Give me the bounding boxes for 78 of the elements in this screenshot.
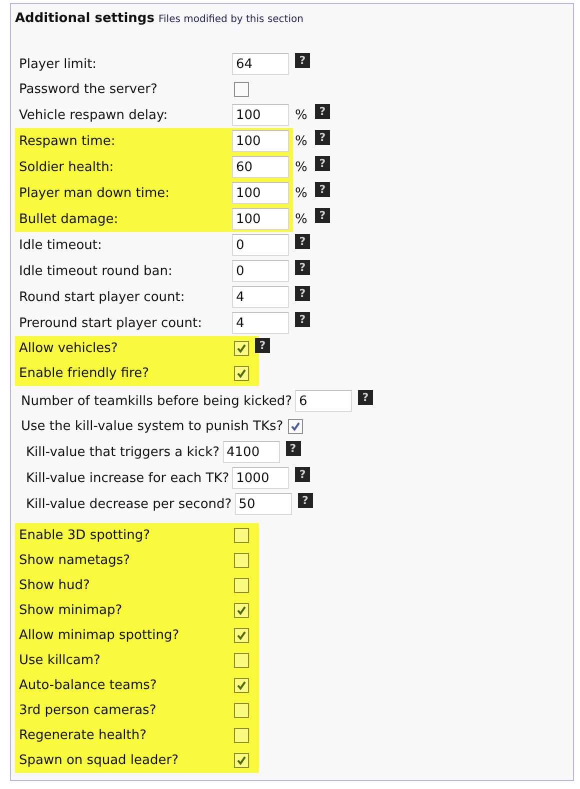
help-button[interactable]: ?: [286, 441, 300, 456]
field-label: 3rd person cameras?: [19, 703, 158, 718]
input-field[interactable]: 60: [232, 156, 289, 178]
field-label: Round start player count:: [19, 290, 186, 304]
checkbox[interactable]: [234, 82, 249, 97]
help-button[interactable]: ?: [315, 182, 330, 197]
field-label: Show nametags?: [19, 553, 132, 568]
section-title: Additional settings: [15, 11, 154, 26]
checkbox[interactable]: [234, 366, 249, 381]
help-button[interactable]: ?: [295, 312, 310, 327]
help-button[interactable]: ?: [295, 53, 310, 68]
field-label: Show minimap?: [19, 603, 124, 618]
input-field[interactable]: 4: [232, 286, 289, 308]
input-field[interactable]: 100: [232, 182, 289, 204]
field-label: Enable friendly fire?: [19, 366, 150, 381]
help-button[interactable]: ?: [295, 467, 310, 482]
field-label: Use the kill-value system to punish TKs?: [21, 419, 284, 434]
section-subtitle: Files modified by this section: [158, 14, 304, 25]
field-label: Use killcam?: [19, 653, 102, 668]
field-label: Soldier health:: [19, 160, 115, 174]
field-label: Player limit:: [19, 56, 98, 72]
field-label: Spawn on squad leader?: [19, 753, 180, 768]
checkbox[interactable]: [234, 703, 249, 718]
field-label: Idle timeout round ban:: [19, 264, 174, 278]
input-field[interactable]: 1000: [232, 467, 290, 489]
checkbox[interactable]: [234, 753, 249, 768]
field-label: Player man down time:: [19, 186, 171, 200]
field-label: Allow minimap spotting?: [19, 628, 180, 643]
field-label: Allow vehicles?: [19, 341, 119, 356]
field-label: Respawn time:: [19, 134, 116, 148]
field-label: Kill-value increase for each TK?: [26, 470, 230, 486]
unit-label: %: [295, 108, 308, 122]
checkbox[interactable]: [234, 341, 249, 356]
input-field[interactable]: 0: [232, 260, 289, 282]
help-button[interactable]: ?: [358, 390, 373, 405]
field-label: Enable 3D spotting?: [19, 528, 152, 543]
help-button[interactable]: ?: [295, 286, 310, 301]
input-field[interactable]: 100: [232, 208, 289, 230]
checkbox[interactable]: [234, 603, 249, 618]
checkbox[interactable]: [234, 578, 249, 593]
help-button[interactable]: ?: [295, 234, 310, 249]
field-label: Show hud?: [19, 578, 91, 593]
field-label: Kill-value that triggers a kick?: [26, 444, 220, 460]
unit-label: %: [295, 212, 308, 226]
input-field[interactable]: 6: [294, 390, 352, 412]
help-button[interactable]: ?: [315, 104, 330, 119]
input-field[interactable]: 0: [232, 234, 289, 256]
help-button[interactable]: ?: [315, 156, 330, 171]
checkbox[interactable]: [234, 653, 249, 668]
input-field[interactable]: 50: [234, 493, 292, 515]
field-label: Password the server?: [19, 82, 158, 97]
input-field[interactable]: 4: [232, 312, 289, 334]
unit-label: %: [295, 160, 308, 174]
checkbox[interactable]: [234, 528, 249, 543]
checkbox[interactable]: [234, 553, 249, 568]
field-label: Idle timeout:: [19, 238, 103, 252]
help-button[interactable]: ?: [255, 338, 270, 353]
help-button[interactable]: ?: [315, 208, 330, 223]
field-label: Number of teamkills before being kicked?: [21, 394, 292, 408]
checkbox[interactable]: [288, 419, 304, 434]
field-label: Auto-balance teams?: [19, 678, 158, 693]
help-button[interactable]: ?: [295, 260, 310, 275]
help-button[interactable]: ?: [315, 130, 330, 145]
checkbox[interactable]: [234, 728, 249, 743]
checkbox[interactable]: [234, 628, 249, 643]
input-field[interactable]: 100: [232, 104, 289, 126]
input-field[interactable]: 64: [232, 53, 289, 75]
checkbox[interactable]: [234, 678, 249, 693]
field-label: Kill-value decrease per second?: [26, 496, 232, 512]
field-label: Bullet damage:: [19, 212, 120, 226]
input-field[interactable]: 4100: [222, 441, 280, 463]
field-label: Regenerate health?: [19, 728, 148, 743]
unit-label: %: [295, 186, 308, 200]
help-button[interactable]: ?: [298, 493, 313, 508]
input-field[interactable]: 100: [232, 130, 289, 152]
field-label: Vehicle respawn delay:: [19, 108, 169, 122]
field-label: Preround start player count:: [19, 316, 204, 330]
unit-label: %: [295, 134, 308, 148]
